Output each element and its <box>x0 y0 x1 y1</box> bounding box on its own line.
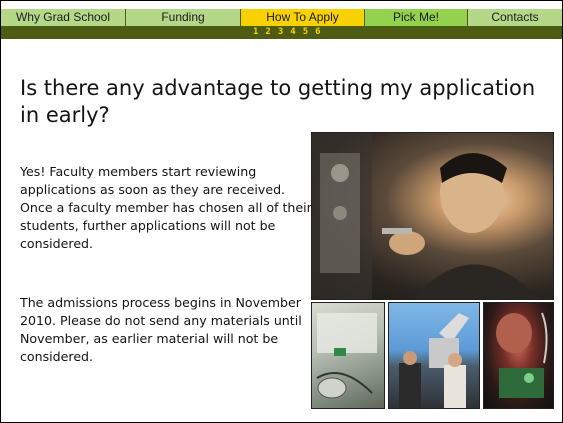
student-photo-art <box>312 133 540 299</box>
step-link-5[interactable]: 5 <box>303 26 308 39</box>
answer-paragraph-2: The admissions process begins in Novembe… <box>20 295 302 364</box>
tab-how-to-apply[interactable]: How To Apply <box>241 9 365 26</box>
step-links: 1 2 3 4 5 6 <box>253 26 321 39</box>
step-link-6[interactable]: 6 <box>315 26 320 39</box>
student-with-equipment-photo <box>311 132 554 300</box>
page-title: Is there any advantage to getting my app… <box>20 76 536 127</box>
step-link-3[interactable]: 3 <box>278 26 283 39</box>
top-navigation: Why Grad School Funding How To Apply Pic… <box>1 9 562 26</box>
step-link-4[interactable]: 4 <box>290 26 295 39</box>
lab-workbench-photo <box>311 302 385 409</box>
tab-pick-me[interactable]: Pick Me! <box>365 9 468 26</box>
step-bar: 1 2 3 4 5 6 <box>1 26 562 39</box>
tab-funding[interactable]: Funding <box>126 9 241 26</box>
tab-why-grad-school[interactable]: Why Grad School <box>1 9 126 26</box>
lab-photo-art <box>316 313 377 399</box>
circuit-board-photo <box>483 302 554 409</box>
step-link-2[interactable]: 2 <box>265 26 270 39</box>
answer-paragraph-1: Yes! Faculty members start reviewing app… <box>20 164 312 251</box>
tab-contacts[interactable]: Contacts <box>468 9 562 26</box>
circuit-photo-art <box>496 312 548 398</box>
step-link-1[interactable]: 1 <box>253 26 258 39</box>
robot-photo-art <box>399 313 469 408</box>
researchers-with-robot-photo <box>388 302 480 409</box>
